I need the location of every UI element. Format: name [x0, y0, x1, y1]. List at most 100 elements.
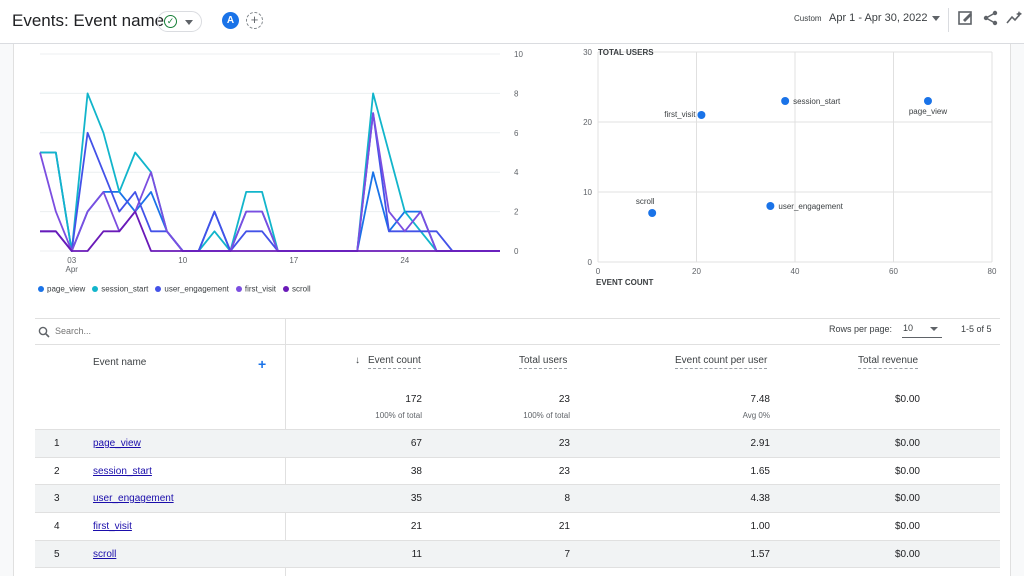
total-users-cell: 23 — [558, 466, 570, 477]
events-per-user-cell: 1.00 — [750, 521, 770, 532]
x-tick-label: 03 — [67, 256, 76, 265]
event-count-cell: 38 — [410, 466, 422, 477]
total-users-sub: 100% of total — [523, 411, 570, 420]
revenue-cell: $0.00 — [894, 521, 920, 532]
events-per-user-cell: 2.91 — [750, 438, 770, 449]
legend-label: session_start — [101, 284, 149, 294]
table-row: 4 first_visit 21 21 1.00 $0.00 — [35, 512, 1000, 540]
pagination-range: 1-5 of 5 — [961, 324, 992, 334]
customize-report-icon[interactable] — [957, 9, 975, 27]
scatter-chart: 0 10 20 30 0 20 40 60 80 TOTAL USERS EVENT COUNT pa… — [583, 48, 997, 287]
event-name-link[interactable]: scroll — [93, 549, 116, 560]
legend-label: user_engagement — [164, 284, 229, 294]
total-users-cell: 21 — [558, 521, 570, 532]
legend-dot-icon — [38, 285, 44, 292]
scatter-point-scroll[interactable] — [648, 209, 657, 217]
events-per-user-cell: 1.65 — [750, 466, 770, 477]
caret-down-icon — [185, 20, 193, 25]
legend-item-scroll[interactable]: scroll — [283, 284, 311, 293]
legend-label: page_view — [47, 284, 86, 294]
legend-label: first_visit — [244, 284, 277, 294]
legend-dot-icon — [92, 285, 99, 292]
events-per-user-cell: 1.57 — [750, 549, 770, 560]
scatter-point-user_engagement[interactable] — [766, 202, 775, 210]
comparison-avatar[interactable]: A — [222, 12, 239, 29]
event-name-link[interactable]: page_view — [93, 438, 141, 449]
total-events-per-user: 7.48 — [750, 394, 770, 405]
total-users: 23 — [558, 394, 570, 405]
x-tick-label: 24 — [400, 256, 409, 265]
total-users-cell: 8 — [564, 493, 570, 504]
y-tick-label: 30 — [583, 48, 592, 57]
x-tick-label: 17 — [289, 256, 298, 265]
total-event-count: 172 — [405, 394, 422, 405]
x-axis-title: EVENT COUNT — [596, 278, 653, 287]
table-row: 1 page_view 67 23 2.91 $0.00 — [35, 429, 1000, 457]
revenue-cell: $0.00 — [894, 438, 920, 449]
right-gutter — [1010, 44, 1024, 576]
scatter-point-session_start[interactable] — [781, 97, 790, 105]
share-icon[interactable] — [982, 9, 1000, 27]
legend-label: scroll — [292, 284, 311, 294]
left-gutter — [0, 44, 14, 576]
point-label: user_engagement — [778, 202, 843, 211]
y-tick-label: 10 — [514, 50, 523, 59]
total-event-count-sub: 100% of total — [375, 411, 422, 420]
row-index: 3 — [54, 493, 60, 504]
event-name-link[interactable]: session_start — [93, 466, 152, 477]
event-name-link[interactable]: first_visit — [93, 521, 132, 532]
legend-item-page_view[interactable]: page_view — [38, 284, 85, 293]
y-tick-label: 4 — [514, 168, 519, 177]
row-index: 2 — [54, 466, 60, 477]
point-label: first_visit — [664, 110, 696, 119]
y-tick-label: 2 — [514, 208, 519, 217]
legend-item-session_start[interactable]: session_start — [92, 284, 148, 293]
row-index: 1 — [54, 438, 60, 449]
date-range-picker[interactable]: Apr 1 - Apr 30, 2022 — [829, 12, 927, 24]
series-line-first_visit[interactable] — [39, 112, 500, 252]
legend-item-first_visit[interactable]: first_visit — [235, 284, 277, 294]
page-title: Events: Event name — [12, 11, 165, 30]
header-total-revenue[interactable]: Total revenue — [858, 355, 919, 369]
event-name-link[interactable]: user_engagement — [93, 493, 174, 504]
revenue-cell: $0.00 — [894, 493, 920, 504]
point-label: scroll — [636, 197, 655, 206]
header-total-users[interactable]: Total users — [519, 355, 568, 369]
events-per-user-cell: 4.38 — [750, 493, 770, 504]
total-users-cell: 23 — [558, 438, 570, 449]
y-tick-label: 0 — [514, 247, 519, 256]
legend-dot-icon — [155, 285, 162, 292]
add-comparison-icon[interactable]: + — [246, 12, 263, 29]
line-chart-legend: page_view session_start user_engagement fir… — [38, 284, 318, 296]
add-dimension-button[interactable]: + — [258, 356, 266, 372]
header-event-name[interactable]: Event name — [93, 357, 146, 368]
header-event-count[interactable]: Event count — [368, 355, 421, 369]
line-chart: 024681003Apr10 17 24 — [39, 50, 523, 274]
point-label: session_start — [793, 97, 841, 106]
rows-per-page-select[interactable]: 10 — [902, 322, 942, 338]
legend-dot-icon — [283, 285, 290, 292]
sort-arrow-down-icon[interactable]: ↓ — [355, 355, 360, 366]
date-caret-icon[interactable] — [932, 16, 940, 21]
x-tick-label: 60 — [889, 267, 898, 276]
insights-icon[interactable] — [1005, 9, 1023, 27]
event-count-cell: 21 — [410, 521, 422, 532]
scatter-point-page_view[interactable] — [923, 97, 932, 105]
table-row: 3 user_engagement 35 8 4.38 $0.00 — [35, 484, 1000, 512]
x-tick-sublabel: Apr — [65, 265, 78, 274]
y-tick-label: 20 — [583, 118, 592, 127]
y-tick-label: 10 — [583, 188, 592, 197]
search-input[interactable] — [55, 323, 255, 339]
x-tick-label: 80 — [988, 267, 997, 276]
report-status-dropdown[interactable]: ✓ — [157, 11, 202, 32]
check-circle-icon: ✓ — [164, 15, 177, 28]
header-events-per-user[interactable]: Event count per user — [675, 355, 768, 369]
x-tick-label: 10 — [178, 256, 187, 265]
event-count-cell: 11 — [411, 549, 422, 560]
revenue-cell: $0.00 — [894, 466, 920, 477]
scatter-point-first_visit[interactable] — [697, 111, 706, 119]
row-index: 4 — [54, 521, 60, 532]
legend-item-user_engagement[interactable]: user_engagement — [155, 284, 229, 293]
report-header: Events: Event name ✓ A + Custom Apr 1 - … — [0, 0, 1024, 44]
x-tick-label: 20 — [692, 267, 701, 276]
